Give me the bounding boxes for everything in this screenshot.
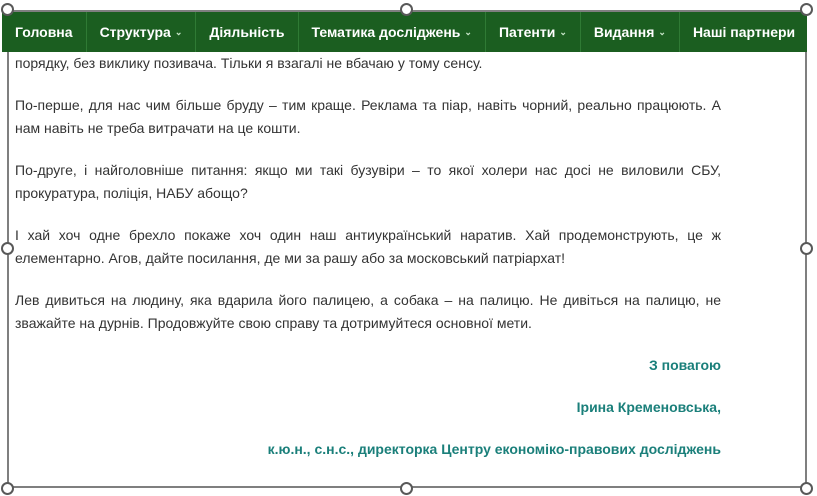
resize-handle-bottom-left[interactable]	[1, 482, 14, 495]
nav-item-research-topics[interactable]: Тематика досліджень ⌄	[299, 12, 486, 52]
nav-item-label: Головна	[15, 24, 73, 40]
nav-item-label: Структура	[99, 24, 171, 40]
resize-handle-middle-right[interactable]	[800, 242, 813, 255]
chevron-down-icon: ⌄	[174, 26, 183, 37]
article-paragraph: порядку, без виклику позивача. Тільки я …	[15, 55, 483, 71]
article-body: порядку, без виклику позивача. Тільки я …	[15, 52, 721, 480]
resize-handle-bottom-center[interactable]	[400, 482, 413, 495]
nav-item-home[interactable]: Головна	[2, 12, 87, 52]
signature-title: к.ю.н., с.н.с., директорка Центру економ…	[267, 441, 721, 457]
nav-item-label: Діяльність	[209, 24, 285, 40]
resize-handle-middle-left[interactable]	[1, 242, 14, 255]
article-paragraph: І хай хоч одне брехло покаже хоч один на…	[15, 227, 721, 266]
chevron-down-icon: ⌄	[464, 26, 472, 37]
resize-handle-top-center[interactable]	[400, 3, 413, 16]
nav-item-patents[interactable]: Патенти ⌄	[486, 12, 581, 52]
nav-item-publications[interactable]: Видання ⌄	[581, 12, 680, 52]
chevron-down-icon: ⌄	[559, 26, 567, 37]
nav-item-label: Видання	[593, 24, 655, 40]
nav-item-partners[interactable]: Наші партнери	[680, 12, 808, 52]
article-paragraph: Лев дивиться на людину, яка вдарила його…	[15, 292, 721, 331]
resize-handle-top-right[interactable]	[800, 3, 813, 16]
resize-handle-bottom-right[interactable]	[800, 482, 813, 495]
nav-item-structure[interactable]: Структура ⌄	[87, 12, 197, 52]
article-paragraph: По-перше, для нас чим більше бруду – тим…	[15, 97, 721, 136]
nav-item-label: Наші партнери	[692, 24, 796, 40]
resize-handle-top-left[interactable]	[1, 3, 14, 16]
signature-name: Ірина Кременовська,	[576, 399, 721, 415]
nav-item-label: Патенти	[498, 24, 556, 40]
chevron-down-icon: ⌄	[658, 26, 666, 37]
nav-item-activity[interactable]: Діяльність	[196, 12, 299, 52]
main-navigation: Головна Структура ⌄ Діяльність Тематика …	[2, 12, 807, 52]
nav-item-label: Тематика досліджень	[311, 24, 461, 40]
signature-greeting: З повагою	[648, 357, 721, 373]
article-paragraph: По-друге, і найголовніше питання: якщо м…	[15, 162, 721, 201]
